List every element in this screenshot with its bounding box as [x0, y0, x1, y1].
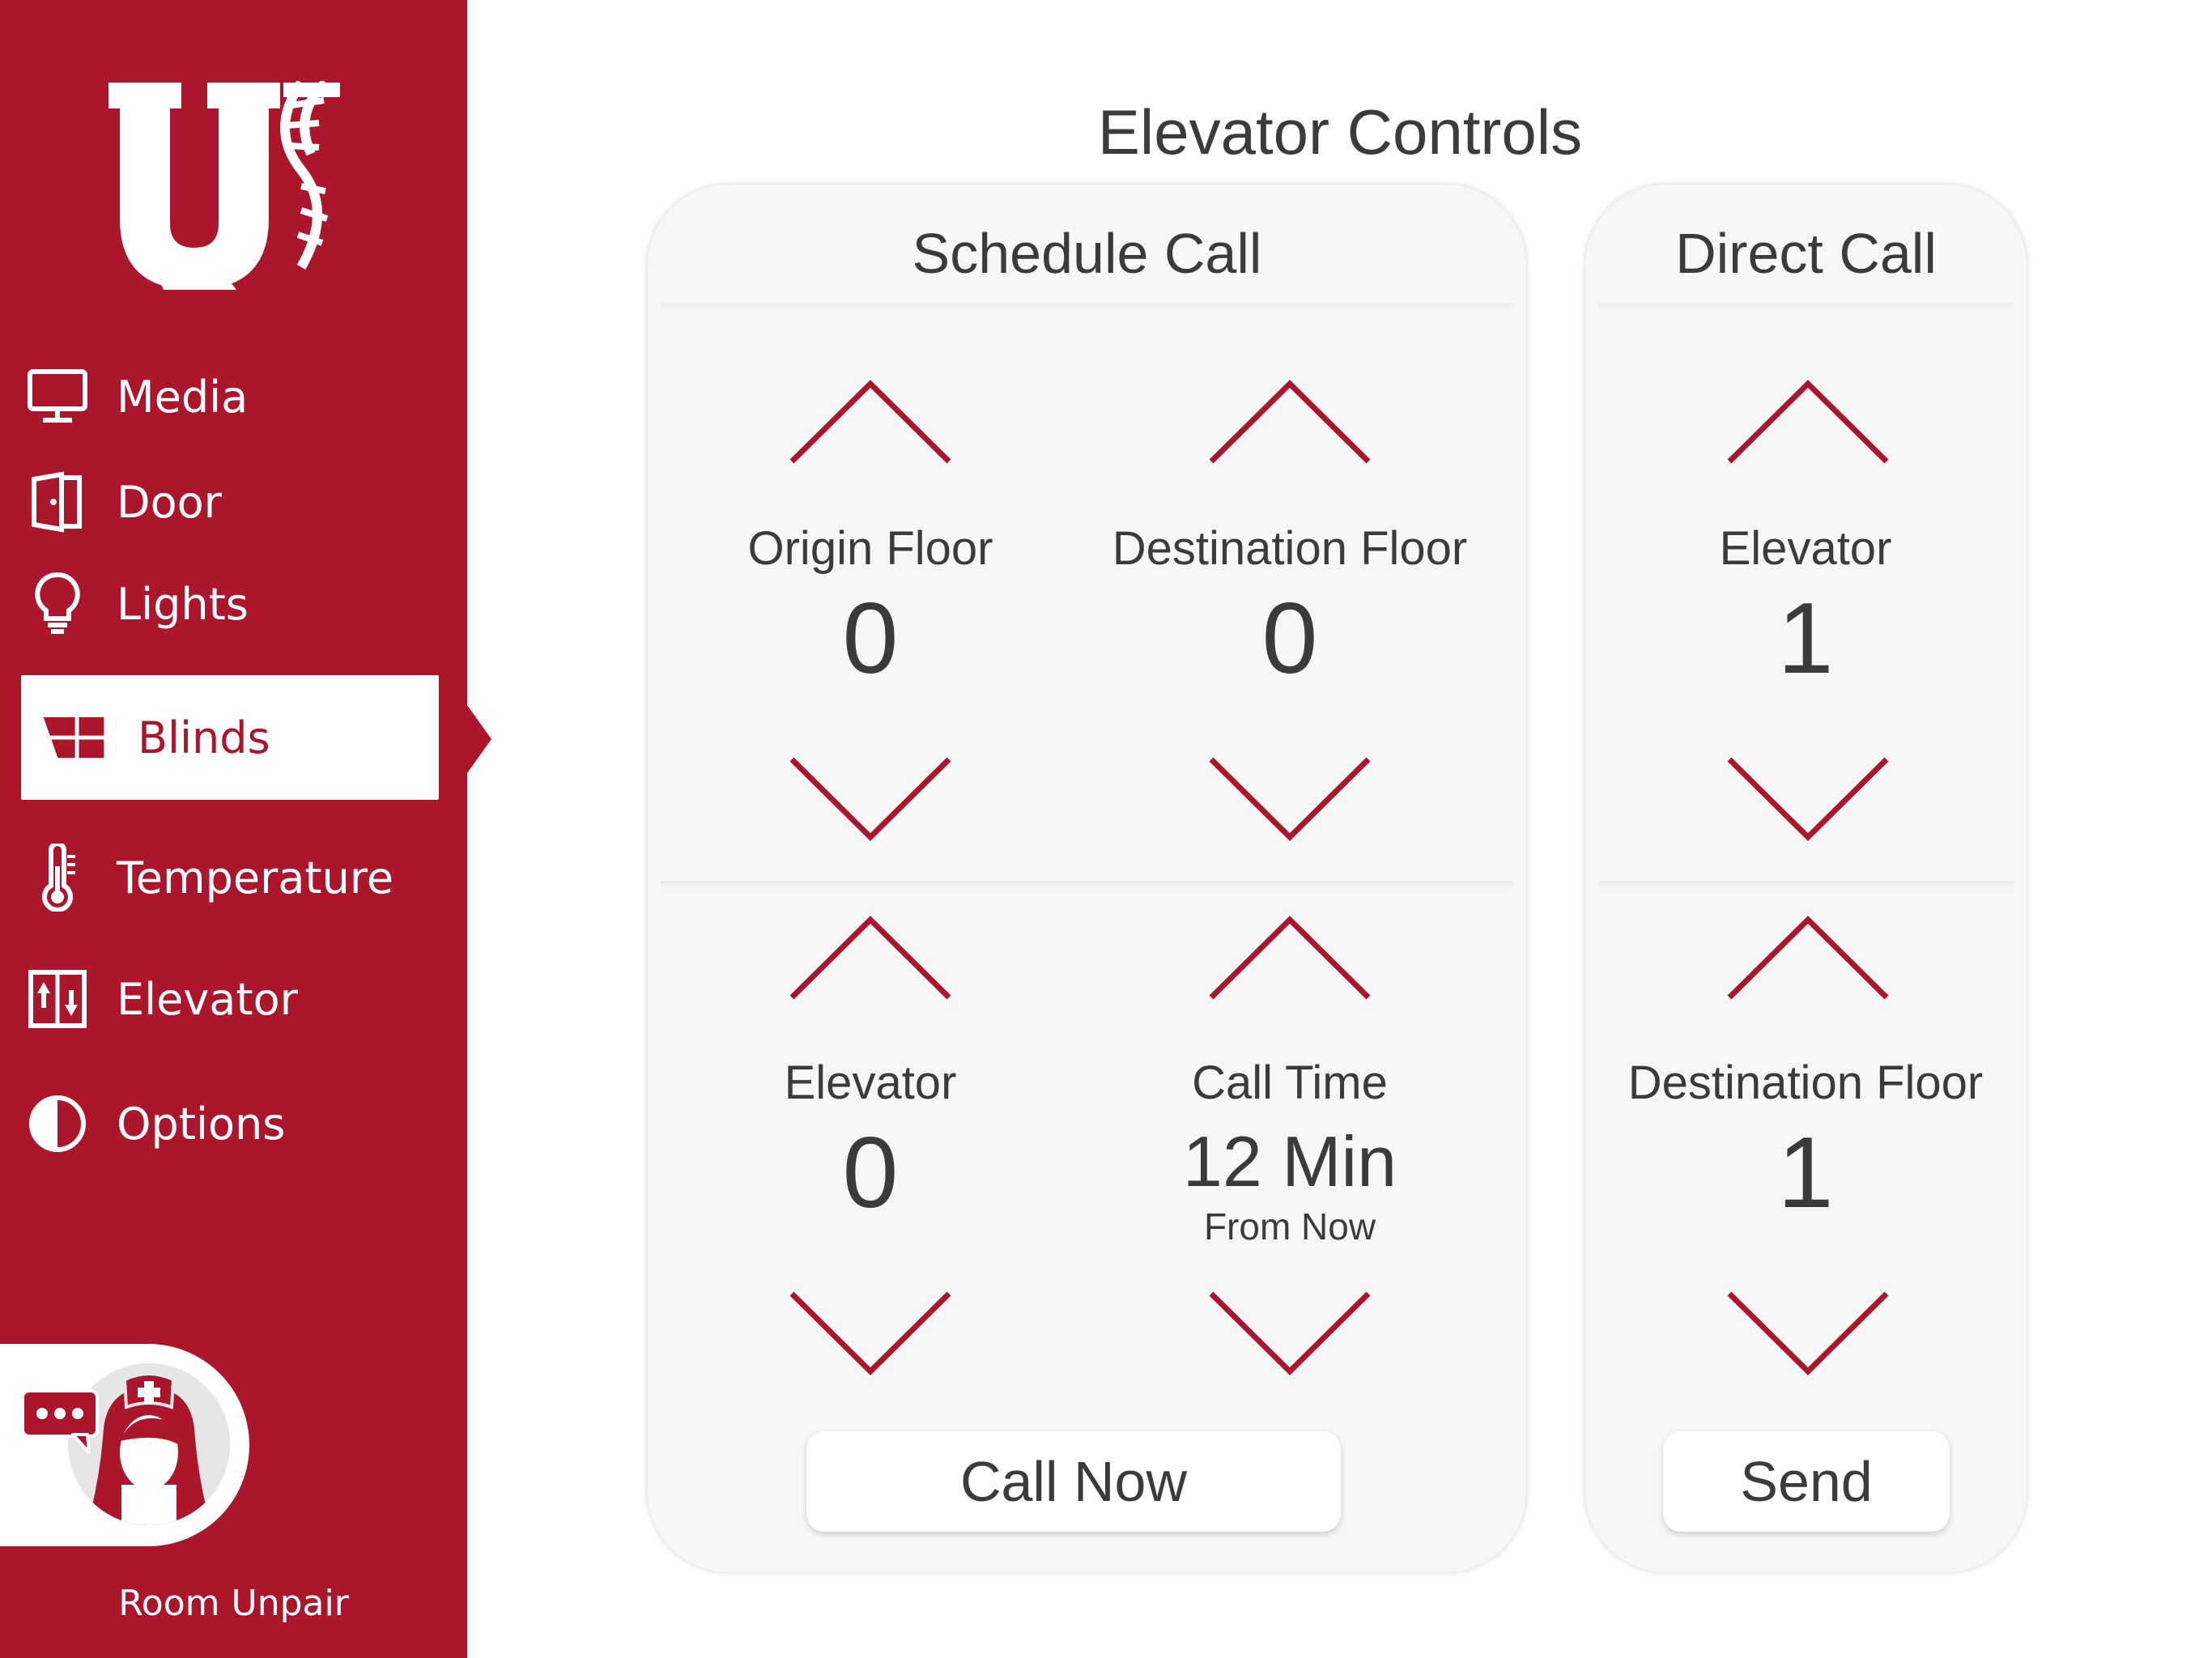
page-title: Elevator Controls: [1097, 96, 1583, 168]
sidebar-item-label: Lights: [117, 578, 249, 630]
sidebar-item-lights[interactable]: Lights: [21, 555, 439, 653]
door-icon: [26, 470, 89, 534]
call-time-down-button[interactable]: [1205, 1286, 1375, 1383]
chat-bubble-icon: [21, 1389, 99, 1454]
direct-elevator-up-button[interactable]: [1723, 372, 1893, 470]
panel-header: Direct Call: [1675, 222, 1937, 285]
sidebar: Media Door Lights Blinds Temperature Ele…: [0, 0, 467, 1658]
elevator-label: Elevator: [784, 1056, 957, 1109]
sidebar-item-label: Options: [117, 1098, 286, 1150]
half-circle-icon: [26, 1092, 89, 1155]
lightbulb-icon: [26, 572, 89, 636]
panel-header: Schedule Call: [912, 222, 1262, 285]
monitor-icon: [26, 365, 89, 428]
elevator-up-button[interactable]: [785, 908, 955, 1005]
sidebar-item-label: Temperature: [117, 852, 394, 903]
divider: [1598, 881, 2014, 889]
sidebar-item-label: Elevator: [117, 973, 298, 1025]
sidebar-item-media[interactable]: Media: [21, 348, 439, 445]
call-now-button[interactable]: Call Now: [806, 1431, 1341, 1532]
elevator-down-button[interactable]: [785, 1286, 955, 1383]
sidebar-item-label: Media: [117, 371, 249, 423]
call-time-sub: From Now: [1203, 1205, 1376, 1248]
origin-floor-value: 0: [842, 583, 899, 695]
direct-elevator-value: 1: [1777, 583, 1834, 695]
thermometer-icon: [26, 844, 89, 912]
send-button[interactable]: Send: [1663, 1431, 1950, 1532]
sidebar-item-label: Door: [117, 476, 222, 528]
sidebar-item-temperature[interactable]: Temperature: [21, 829, 439, 926]
call-time-up-button[interactable]: [1205, 908, 1375, 1005]
divider: [661, 881, 1513, 889]
call-time-label: Call Time: [1192, 1056, 1388, 1109]
call-time-value: 12 Min: [1182, 1121, 1397, 1201]
direct-destination-label: Destination Floor: [1627, 1056, 1984, 1109]
sidebar-item-elevator[interactable]: Elevator: [21, 950, 439, 1048]
sidebar-item-label: Blinds: [138, 712, 270, 763]
direct-destination-up-button[interactable]: [1723, 908, 1893, 1005]
divider: [661, 303, 1513, 311]
direct-destination-value: 1: [1777, 1117, 1834, 1229]
direct-call-panel: Direct Call Elevator 1 Destination Floor…: [1585, 185, 2027, 1572]
origin-floor-label: Origin Floor: [747, 522, 993, 575]
sidebar-item-blinds[interactable]: Blinds: [21, 675, 439, 800]
destination-floor-value: 0: [1261, 583, 1318, 695]
origin-floor-up-button[interactable]: [785, 372, 955, 470]
destination-floor-down-button[interactable]: [1205, 751, 1375, 848]
destination-floor-up-button[interactable]: [1205, 372, 1375, 470]
elevator-icon: [26, 967, 89, 1031]
active-item-pointer: [467, 705, 491, 773]
divider: [1598, 303, 2014, 311]
elevator-value: 0: [842, 1117, 899, 1229]
direct-destination-down-button[interactable]: [1723, 1286, 1893, 1383]
origin-floor-down-button[interactable]: [785, 751, 955, 848]
nurse-call-button[interactable]: [0, 1344, 249, 1546]
room-unpair-button[interactable]: Room Unpair: [0, 1583, 467, 1624]
sidebar-item-door[interactable]: Door: [21, 453, 439, 551]
schedule-call-panel: Schedule Call Origin Floor 0 Destination…: [648, 185, 1526, 1572]
university-logo-icon: [108, 81, 340, 290]
destination-floor-label: Destination Floor: [1112, 522, 1468, 575]
direct-elevator-label: Elevator: [1719, 522, 1892, 575]
direct-elevator-down-button[interactable]: [1723, 751, 1893, 848]
sidebar-item-options[interactable]: Options: [21, 1075, 439, 1172]
blinds-icon: [42, 706, 105, 769]
